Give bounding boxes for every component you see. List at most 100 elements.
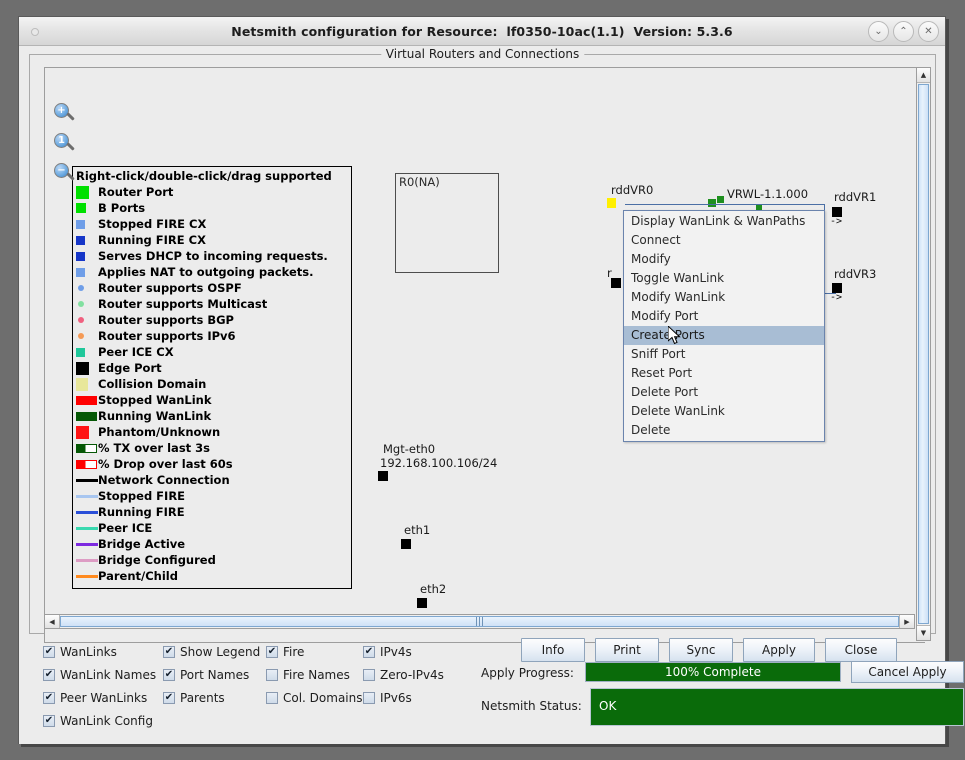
context-menu-item[interactable]: Connect: [624, 231, 824, 250]
canvas-horizontal-scrollbar[interactable]: ◀ ▶: [44, 614, 915, 629]
scroll-right-arrow-icon[interactable]: ▶: [899, 615, 914, 628]
legend-item: Router supports Multicast: [76, 296, 349, 312]
checkbox-box-icon[interactable]: ✔: [43, 645, 55, 658]
network-canvas[interactable]: R0(NA) rddVR0 VRWL-1.1.000 rddVR1 -> rdd…: [44, 67, 925, 643]
port-mgt-eth0[interactable]: [378, 471, 388, 481]
label-rddvr3: rddVR3: [834, 267, 877, 281]
checkbox-parents[interactable]: ✔ Parents: [163, 691, 266, 705]
checkbox-label: WanLink Config: [60, 713, 153, 728]
title-bar: Netsmith configuration for Resource: lf0…: [19, 17, 945, 46]
checkbox-label: IPv6s: [380, 690, 412, 705]
port-marker-green-b[interactable]: [717, 196, 724, 203]
zoom-in-icon[interactable]: +: [54, 103, 76, 125]
legend-title: Right-click/double-click/drag supported: [76, 169, 332, 183]
label-rddvr0: rddVR0: [611, 183, 654, 197]
legend-swatch-icon: [76, 526, 98, 530]
canvas-vertical-scrollbar[interactable]: ▲ ▼: [916, 67, 931, 641]
sync-button[interactable]: Sync: [669, 638, 733, 662]
minimize-icon[interactable]: ⌄: [868, 21, 889, 42]
context-menu-item[interactable]: Create Ports: [624, 326, 824, 345]
legend-item: Bridge Active: [76, 536, 349, 552]
info-button[interactable]: Info: [521, 638, 585, 662]
legend-swatch-icon: [76, 558, 98, 562]
context-menu-item[interactable]: Reset Port: [624, 364, 824, 383]
canvas-wrapper: R0(NA) rddVR0 VRWL-1.1.000 rddVR1 -> rdd…: [32, 61, 933, 643]
checkbox-fire[interactable]: ✔ Fire: [266, 645, 363, 659]
checkbox-box-icon[interactable]: ✔: [43, 668, 55, 681]
legend-item-label: Bridge Configured: [98, 552, 216, 567]
checkbox-box-icon[interactable]: ✔: [266, 645, 278, 658]
checkbox-box-icon[interactable]: ✔: [43, 714, 55, 727]
close-button[interactable]: Close: [825, 638, 897, 662]
checkbox-port-names[interactable]: ✔ Port Names: [163, 668, 266, 682]
checkbox-box-icon[interactable]: [266, 668, 278, 681]
context-menu-item[interactable]: Modify Port: [624, 307, 824, 326]
legend-item-label: Stopped FIRE CX: [98, 216, 207, 231]
context-menu[interactable]: Display WanLink & WanPaths Connect Modify T…: [623, 210, 825, 442]
legend-item: Peer ICE: [76, 520, 349, 536]
legend-item: Router supports BGP: [76, 312, 349, 328]
legend-item-label: Phantom/Unknown: [98, 424, 221, 439]
checkbox-box-icon[interactable]: ✔: [363, 645, 375, 658]
context-menu-item[interactable]: Delete: [624, 421, 824, 440]
legend-swatch-icon: [76, 235, 98, 245]
legend-item-label: Peer ICE: [98, 520, 153, 535]
checkbox-show-legend[interactable]: ✔ Show Legend: [163, 645, 266, 659]
legend-item: Bridge Configured: [76, 552, 349, 568]
context-menu-item[interactable]: Sniff Port: [624, 345, 824, 364]
checkbox-peer-wanlinks[interactable]: ✔ Peer WanLinks: [43, 691, 163, 705]
scroll-left-arrow-icon[interactable]: ◀: [45, 615, 60, 628]
close-icon[interactable]: ✕: [918, 21, 939, 42]
context-menu-item[interactable]: Delete WanLink: [624, 402, 824, 421]
checkbox-box-icon[interactable]: ✔: [163, 645, 175, 658]
vertical-scroll-thumb[interactable]: [918, 84, 929, 624]
context-menu-item[interactable]: Toggle WanLink: [624, 269, 824, 288]
zoom-out-icon[interactable]: −: [54, 163, 76, 185]
checkbox-box-icon[interactable]: ✔: [163, 668, 175, 681]
context-menu-item[interactable]: Modify WanLink: [624, 288, 824, 307]
checkbox-box-icon[interactable]: [363, 668, 375, 681]
checkbox-box-icon[interactable]: ✔: [163, 691, 175, 704]
maximize-icon[interactable]: ⌃: [893, 21, 914, 42]
port-eth1[interactable]: [401, 539, 411, 549]
checkbox-ipv6s[interactable]: IPv6s: [363, 691, 453, 705]
checkbox-ipv4s[interactable]: ✔ IPv4s: [363, 645, 453, 659]
apply-button[interactable]: Apply: [743, 638, 815, 662]
legend-item-label: Router supports Multicast: [98, 296, 268, 311]
checkbox-box-icon[interactable]: ✔: [43, 691, 55, 704]
legend-swatch-icon: [76, 542, 98, 546]
checkbox-wanlink-names[interactable]: ✔ WanLink Names: [43, 668, 163, 682]
legend-item: % Drop over last 60s: [76, 456, 349, 472]
port-hidden-left[interactable]: [611, 278, 621, 288]
print-button[interactable]: Print: [595, 638, 659, 662]
port-eth2[interactable]: [417, 598, 427, 608]
checkbox-label: Peer WanLinks: [60, 690, 148, 705]
legend-swatch-icon: [76, 347, 98, 357]
checkbox-box-icon[interactable]: [363, 691, 375, 704]
port-marker-yellow[interactable]: [607, 198, 616, 208]
scroll-up-arrow-icon[interactable]: ▲: [917, 68, 930, 83]
context-menu-item[interactable]: Modify: [624, 250, 824, 269]
legend-item-label: Peer ICE CX: [98, 344, 174, 359]
checkbox-zero-ipv4s[interactable]: Zero-IPv4s: [363, 668, 453, 682]
horizontal-scroll-thumb[interactable]: [60, 616, 899, 627]
checkbox-fire-names[interactable]: Fire Names: [266, 668, 363, 682]
cancel-apply-button[interactable]: Cancel Apply: [851, 661, 964, 683]
context-menu-item[interactable]: Delete Port: [624, 383, 824, 402]
zoom-reset-icon[interactable]: 1: [54, 133, 76, 155]
label-eth2: eth2: [420, 582, 447, 596]
context-menu-item[interactable]: Display WanLink & WanPaths: [624, 212, 824, 231]
checkbox-wanlink-config[interactable]: ✔ WanLink Config: [43, 714, 163, 728]
options-row: ✔ WanLinks ✔ Show Legend ✔ Fire ✔ IPv4s: [43, 640, 513, 663]
checkbox-col-domains[interactable]: Col. Domains: [266, 691, 363, 705]
window-menu-dot[interactable]: [31, 28, 39, 36]
legend-item: Running FIRE: [76, 504, 349, 520]
checkbox-box-icon[interactable]: [266, 691, 278, 704]
legend-swatch-icon: [76, 317, 98, 323]
checkbox-wanlinks[interactable]: ✔ WanLinks: [43, 645, 163, 659]
bottom-controls: ✔ WanLinks ✔ Show Legend ✔ Fire ✔ IPv4s ✔ WanLink…: [29, 636, 964, 740]
legend-swatch-icon: [76, 510, 98, 514]
legend-item-label: Bridge Active: [98, 536, 186, 551]
router-node-r0[interactable]: R0(NA): [395, 173, 499, 273]
port-marker-green-a[interactable]: [708, 199, 716, 207]
